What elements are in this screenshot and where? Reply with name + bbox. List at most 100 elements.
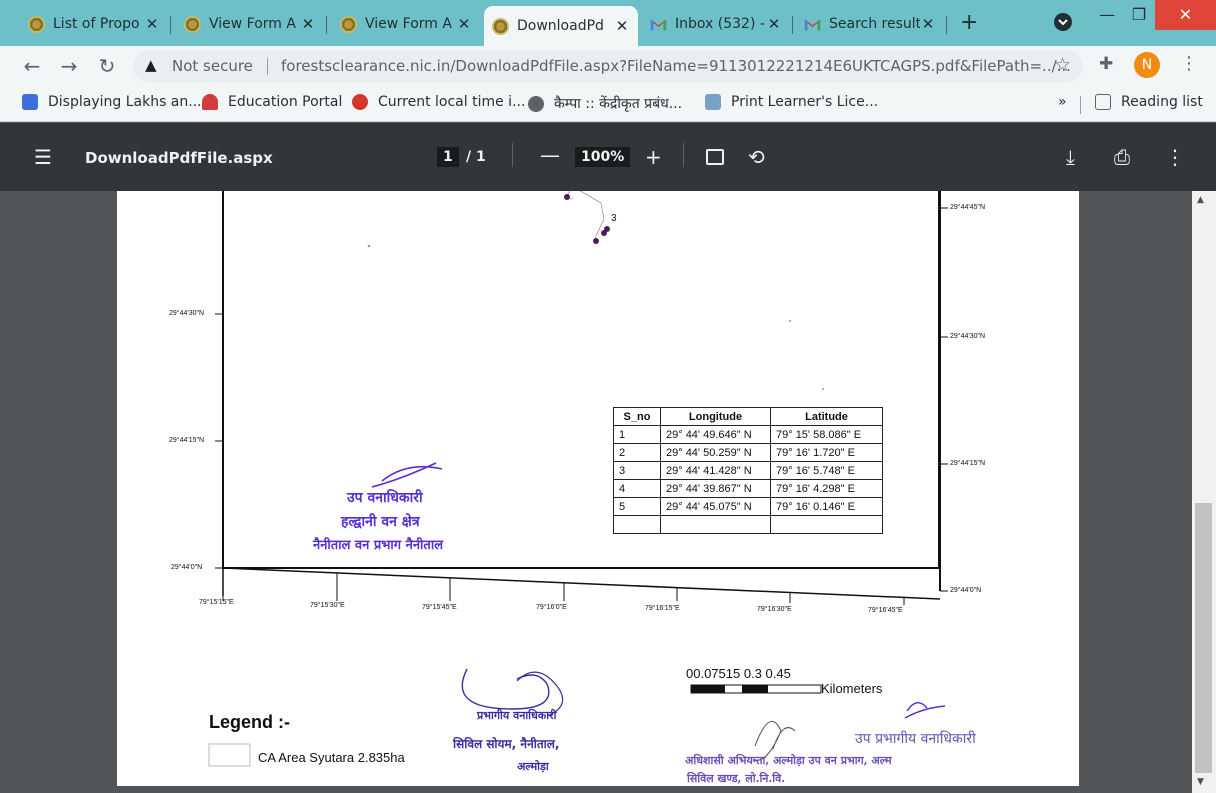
scale-unit: Kilometers xyxy=(821,681,883,696)
scroll-down-icon[interactable]: ▼ xyxy=(1197,777,1204,787)
bookmark-label: Print Learner's Lice... xyxy=(731,94,879,110)
bookmark-item[interactable]: Print Learner's Lice... xyxy=(705,94,878,110)
tab-divider xyxy=(326,16,327,34)
fit-to-page-icon[interactable] xyxy=(706,149,724,165)
bookmark-star-icon[interactable]: ☆ xyxy=(1054,54,1071,76)
close-icon[interactable]: ✕ xyxy=(766,15,782,33)
table-cell: 29° 44' 49.646" N xyxy=(660,425,771,444)
table-header-row: S_no Longitude Latitude xyxy=(613,407,883,426)
tab-inbox[interactable]: Inbox (532) - ✕ xyxy=(642,8,790,40)
emblem-icon xyxy=(492,17,509,35)
lat-label: 29°44'0"N xyxy=(950,587,982,594)
download-icon[interactable]: ⤓ xyxy=(1066,145,1075,169)
stamp-line: नैनीताल वन प्रभाग नैनीताल xyxy=(313,538,444,553)
map-frame xyxy=(208,191,948,767)
lat-label: 29°44'0"N xyxy=(171,564,203,571)
reload-icon[interactable]: ↻ xyxy=(95,54,119,78)
lat-label: 29°44'30"N xyxy=(950,333,986,340)
close-icon[interactable]: ✕ xyxy=(614,17,630,35)
pdf-viewer[interactable]: 29°44'30"N 29°44'15"N 29°44'0"N 29°44'45… xyxy=(0,191,1216,793)
scrollbar-thumb[interactable] xyxy=(1195,503,1212,773)
table-row: 1 29° 44' 49.646" N 79° 15' 58.086" E xyxy=(613,425,883,444)
point-label: 3 xyxy=(611,213,617,224)
divider xyxy=(1080,96,1081,114)
table-cell xyxy=(770,515,883,534)
chevron-down-icon xyxy=(1058,19,1068,26)
reading-list-button[interactable]: Reading list xyxy=(1095,94,1203,110)
tab-label: View Form A xyxy=(209,16,296,32)
scroll-up-icon[interactable]: ▲ xyxy=(1197,195,1204,205)
gmail-icon xyxy=(804,18,821,30)
tab-view-form-a-2[interactable]: View Form A ✕ xyxy=(332,8,480,40)
bookmark-item[interactable]: कैम्पा :: केंद्रीकृत प्रबंध... xyxy=(528,94,682,113)
bookmark-item[interactable]: Education Portal xyxy=(202,94,342,110)
warning-icon[interactable]: ▲ xyxy=(145,56,157,74)
table-header: Longitude xyxy=(660,407,771,426)
table-cell xyxy=(613,515,661,534)
close-icon[interactable]: ✕ xyxy=(144,15,160,33)
divider xyxy=(683,143,684,167)
pdf-more-icon[interactable]: ⋮ xyxy=(1165,145,1185,169)
emblem-icon xyxy=(28,15,45,33)
tab-label: Inbox (532) - xyxy=(675,16,765,32)
lat-label: 29°44'45"N xyxy=(950,204,986,211)
reading-list-label: Reading list xyxy=(1121,94,1203,110)
zoom-level-input[interactable]: 100% xyxy=(575,147,631,167)
table-cell: 3 xyxy=(613,461,661,480)
table-cell: 2 xyxy=(613,443,661,462)
stamp-line: अधिशासी अभियन्ता, अल्मोड़ा उप वन प्रभाग,… xyxy=(685,754,892,767)
divider xyxy=(267,58,268,75)
extensions-icon[interactable]: ✚ xyxy=(1099,54,1113,74)
stamp-line: अल्मोड़ा xyxy=(517,760,549,773)
bookmark-item[interactable]: Current local time i... xyxy=(352,94,525,110)
reading-list-icon xyxy=(1095,94,1111,110)
tab-label: Search result xyxy=(829,16,920,32)
lat-label: 29°44'15"N xyxy=(169,437,205,444)
security-label[interactable]: Not secure xyxy=(172,57,253,75)
close-window-button[interactable]: ✕ xyxy=(1155,0,1216,30)
bookmark-item[interactable]: Displaying Lakhs an... xyxy=(22,94,202,110)
stamp-line: उप वनाधिकारी xyxy=(347,490,423,506)
table-cell: 29° 44' 41.428" N xyxy=(660,461,771,480)
bookmarks-bar: Displaying Lakhs an... Education Portal … xyxy=(0,86,1216,122)
stamp-line: हल्द्वानी वन क्षेत्र xyxy=(341,514,420,530)
lon-label: 79°16'15"E xyxy=(645,605,680,612)
zoom-out-icon[interactable]: — xyxy=(540,143,560,167)
tab-divider xyxy=(170,16,171,34)
address-bar[interactable]: ▲ Not secure forestsclearance.nic.in/Dow… xyxy=(133,50,1083,82)
avatar[interactable]: N xyxy=(1134,52,1160,78)
tab-view-form-a-1[interactable]: View Form A ✕ xyxy=(176,8,324,40)
tab-search-results[interactable]: Search result ✕ xyxy=(796,8,944,40)
back-icon[interactable]: ← xyxy=(20,54,44,78)
print-icon[interactable]: ⎙ xyxy=(1114,145,1130,169)
url-text[interactable]: forestsclearance.nic.in/DownloadPdfFile.… xyxy=(281,57,1071,75)
rotate-icon[interactable]: ⟲ xyxy=(748,145,765,169)
scale-numbers: 00.07515 0.3 0.45 xyxy=(686,666,791,681)
stamp-line: प्रभागीय वनाधिकारी xyxy=(477,709,557,722)
page-number-input[interactable]: 1 xyxy=(437,147,459,167)
lon-label: 79°16'0"E xyxy=(536,604,567,611)
bookmark-label: कैम्पा :: केंद्रीकृत प्रबंध... xyxy=(554,96,683,112)
forward-icon[interactable]: → xyxy=(57,54,81,78)
close-icon[interactable]: ✕ xyxy=(920,15,936,33)
hamburger-menu-icon[interactable]: ☰ xyxy=(34,145,52,169)
bookmark-label: Displaying Lakhs an... xyxy=(48,94,202,110)
tab-strip: List of Propo ✕ View Form A ✕ View Form … xyxy=(0,0,1216,46)
globe-icon xyxy=(528,95,544,112)
table-cell: 79° 16' 4.298" E xyxy=(770,479,883,498)
table-cell: 79° 16' 1.720" E xyxy=(770,443,883,462)
close-icon[interactable]: ✕ xyxy=(456,15,472,33)
tab-list-of-proposals[interactable]: List of Propo ✕ xyxy=(20,8,168,40)
tab-download-pdf[interactable]: DownloadPd ✕ xyxy=(484,6,638,46)
zoom-in-icon[interactable]: + xyxy=(645,145,662,169)
lon-label: 79°15'45"E xyxy=(422,604,457,611)
lat-label: 29°44'30"N xyxy=(169,310,205,317)
tab-divider xyxy=(792,16,793,34)
browser-menu-icon[interactable]: ⋮ xyxy=(1180,53,1198,74)
stamp-line: उप प्रभागीय वनाधिकारी xyxy=(855,731,976,747)
bookmarks-overflow-button[interactable]: » xyxy=(1058,94,1067,110)
bookmark-icon xyxy=(22,94,38,110)
close-icon[interactable]: ✕ xyxy=(300,15,316,33)
new-tab-button[interactable]: + xyxy=(960,10,978,35)
tab-search-button[interactable] xyxy=(1054,13,1072,31)
